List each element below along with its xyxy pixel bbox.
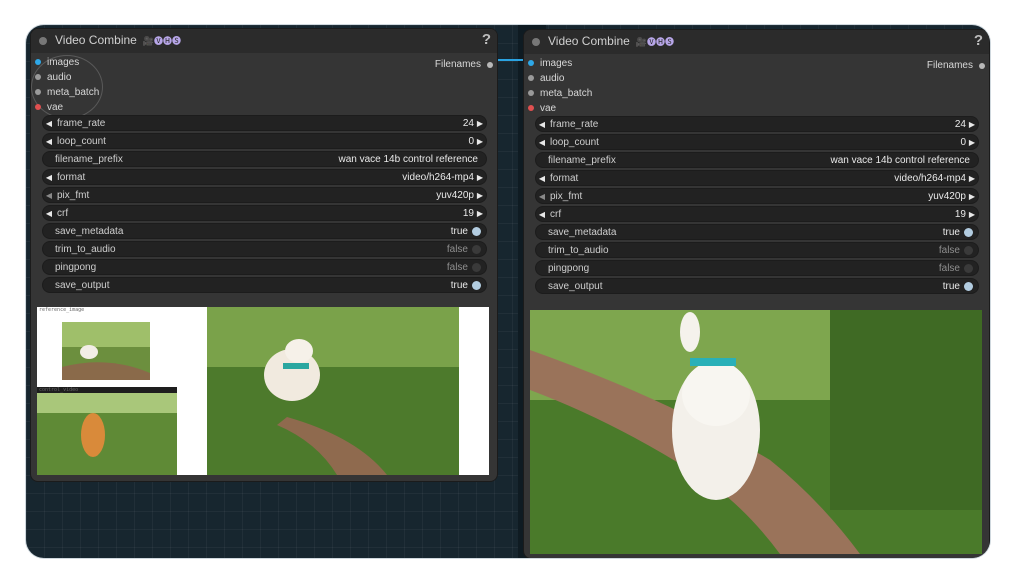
trim-to-audio-toggle[interactable]: trim_to_audio false bbox=[42, 241, 487, 257]
loop-count-widget[interactable]: ◀ loop_count 0 ▶ bbox=[42, 133, 487, 149]
help-button[interactable]: ? bbox=[482, 31, 491, 48]
decrement-arrow-icon[interactable]: ◀ bbox=[536, 120, 548, 129]
decrement-arrow-icon[interactable]: ◀ bbox=[43, 137, 55, 146]
increment-arrow-icon[interactable]: ▶ bbox=[966, 210, 978, 219]
decrement-arrow-icon[interactable]: ◀ bbox=[43, 173, 55, 182]
port-dot[interactable] bbox=[528, 90, 534, 96]
filename-prefix-widget[interactable]: filename_prefix wan vace 14b control refe… bbox=[42, 151, 487, 167]
increment-arrow-icon[interactable]: ▶ bbox=[474, 191, 486, 200]
frame-rate-widget[interactable]: ◀ frame_rate 24 ▶ bbox=[42, 115, 487, 131]
crf-widget[interactable]: ◀ crf 19 ▶ bbox=[535, 206, 979, 222]
format-widget[interactable]: ◀ format video/h264-mp4 ▶ bbox=[535, 170, 979, 186]
trim-to-audio-toggle[interactable]: trim_to_audio false bbox=[535, 242, 979, 258]
input-audio[interactable]: audio bbox=[528, 71, 564, 85]
node-ports: images audio meta_batch vae Filenames bbox=[31, 53, 497, 119]
decrement-arrow-icon[interactable]: ◀ bbox=[536, 210, 548, 219]
decrement-arrow-icon[interactable]: ◀ bbox=[43, 191, 55, 200]
port-dot[interactable] bbox=[528, 105, 534, 111]
save-metadata-toggle[interactable]: save_metadata true bbox=[535, 224, 979, 240]
preview-image bbox=[530, 310, 982, 554]
input-meta-batch[interactable]: meta_batch bbox=[35, 85, 99, 99]
input-images[interactable]: images bbox=[528, 56, 572, 70]
crf-widget[interactable]: ◀ crf 19 ▶ bbox=[42, 205, 487, 221]
save-output-toggle[interactable]: save_output true bbox=[42, 277, 487, 293]
output-filenames[interactable]: Filenames bbox=[435, 59, 493, 70]
frame-rate-widget[interactable]: ◀ frame_rate 24 ▶ bbox=[535, 116, 979, 132]
preview-image bbox=[37, 307, 489, 475]
control-caption: control_video bbox=[39, 387, 79, 393]
port-dot[interactable] bbox=[528, 75, 534, 81]
save-output-toggle[interactable]: save_output true bbox=[535, 278, 979, 294]
port-dot[interactable] bbox=[528, 60, 534, 66]
port-dot[interactable] bbox=[35, 59, 41, 65]
reference-caption: reference_image bbox=[39, 307, 85, 313]
node-title: Video Combine bbox=[548, 34, 630, 48]
format-widget[interactable]: ◀ format video/h264-mp4 ▶ bbox=[42, 169, 487, 185]
pingpong-toggle[interactable]: pingpong false bbox=[42, 259, 487, 275]
increment-arrow-icon[interactable]: ▶ bbox=[474, 209, 486, 218]
node-titlebar[interactable]: Video Combine 🎥🅥🅗🅢 ? bbox=[31, 29, 497, 53]
node-title: Video Combine bbox=[55, 33, 137, 47]
output-filenames[interactable]: Filenames bbox=[927, 60, 985, 71]
decrement-arrow-icon[interactable]: ◀ bbox=[536, 192, 548, 201]
filename-prefix-widget[interactable]: filename_prefix wan vace 14b control refe… bbox=[535, 152, 979, 168]
toggle-knob[interactable] bbox=[964, 227, 973, 237]
node-badge: 🎥🅥🅗🅢 bbox=[142, 36, 182, 46]
increment-arrow-icon[interactable]: ▶ bbox=[474, 173, 486, 182]
graph-canvas[interactable]: Video Combine 🎥🅥🅗🅢 ? images audio meta_ba… bbox=[26, 25, 990, 558]
port-dot[interactable] bbox=[35, 89, 41, 95]
increment-arrow-icon[interactable]: ▶ bbox=[966, 120, 978, 129]
increment-arrow-icon[interactable]: ▶ bbox=[966, 138, 978, 147]
input-meta-batch[interactable]: meta_batch bbox=[528, 86, 592, 100]
input-audio[interactable]: audio bbox=[35, 70, 71, 84]
node-ports: images audio meta_batch vae Filenames bbox=[524, 54, 989, 116]
input-vae[interactable]: vae bbox=[35, 100, 63, 114]
save-metadata-toggle[interactable]: save_metadata true bbox=[42, 223, 487, 239]
collapse-dot[interactable] bbox=[39, 37, 47, 45]
toggle-knob[interactable] bbox=[472, 262, 481, 272]
increment-arrow-icon[interactable]: ▶ bbox=[966, 174, 978, 183]
decrement-arrow-icon[interactable]: ◀ bbox=[43, 209, 55, 218]
port-dot[interactable] bbox=[487, 61, 493, 68]
decrement-arrow-icon[interactable]: ◀ bbox=[536, 174, 548, 183]
toggle-knob[interactable] bbox=[964, 263, 973, 273]
help-button[interactable]: ? bbox=[974, 32, 983, 49]
pix-fmt-widget[interactable]: ◀ pix_fmt yuv420p ▶ bbox=[42, 187, 487, 203]
port-dot[interactable] bbox=[979, 62, 985, 69]
node-titlebar[interactable]: Video Combine 🎥🅥🅗🅢 ? bbox=[524, 30, 989, 54]
input-vae[interactable]: vae bbox=[528, 101, 556, 115]
toggle-knob[interactable] bbox=[472, 280, 481, 290]
decrement-arrow-icon[interactable]: ◀ bbox=[43, 119, 55, 128]
increment-arrow-icon[interactable]: ▶ bbox=[474, 137, 486, 146]
increment-arrow-icon[interactable]: ▶ bbox=[474, 119, 486, 128]
increment-arrow-icon[interactable]: ▶ bbox=[966, 192, 978, 201]
video-preview[interactable]: reference_image control_video bbox=[37, 307, 489, 475]
decrement-arrow-icon[interactable]: ◀ bbox=[536, 138, 548, 147]
toggle-knob[interactable] bbox=[472, 226, 481, 236]
port-dot[interactable] bbox=[35, 74, 41, 80]
collapse-dot[interactable] bbox=[532, 38, 540, 46]
pingpong-toggle[interactable]: pingpong false bbox=[535, 260, 979, 276]
toggle-knob[interactable] bbox=[964, 281, 973, 291]
toggle-knob[interactable] bbox=[472, 244, 481, 254]
toggle-knob[interactable] bbox=[964, 245, 973, 255]
port-dot[interactable] bbox=[35, 104, 41, 110]
pix-fmt-widget[interactable]: ◀ pix_fmt yuv420p ▶ bbox=[535, 188, 979, 204]
video-combine-node[interactable]: Video Combine 🎥🅥🅗🅢 ? images audio meta_ba… bbox=[523, 29, 990, 558]
loop-count-widget[interactable]: ◀ loop_count 0 ▶ bbox=[535, 134, 979, 150]
input-images[interactable]: images bbox=[35, 55, 79, 69]
video-preview[interactable] bbox=[530, 310, 982, 554]
video-combine-node[interactable]: Video Combine 🎥🅥🅗🅢 ? images audio meta_ba… bbox=[30, 28, 498, 482]
node-badge: 🎥🅥🅗🅢 bbox=[635, 37, 675, 47]
